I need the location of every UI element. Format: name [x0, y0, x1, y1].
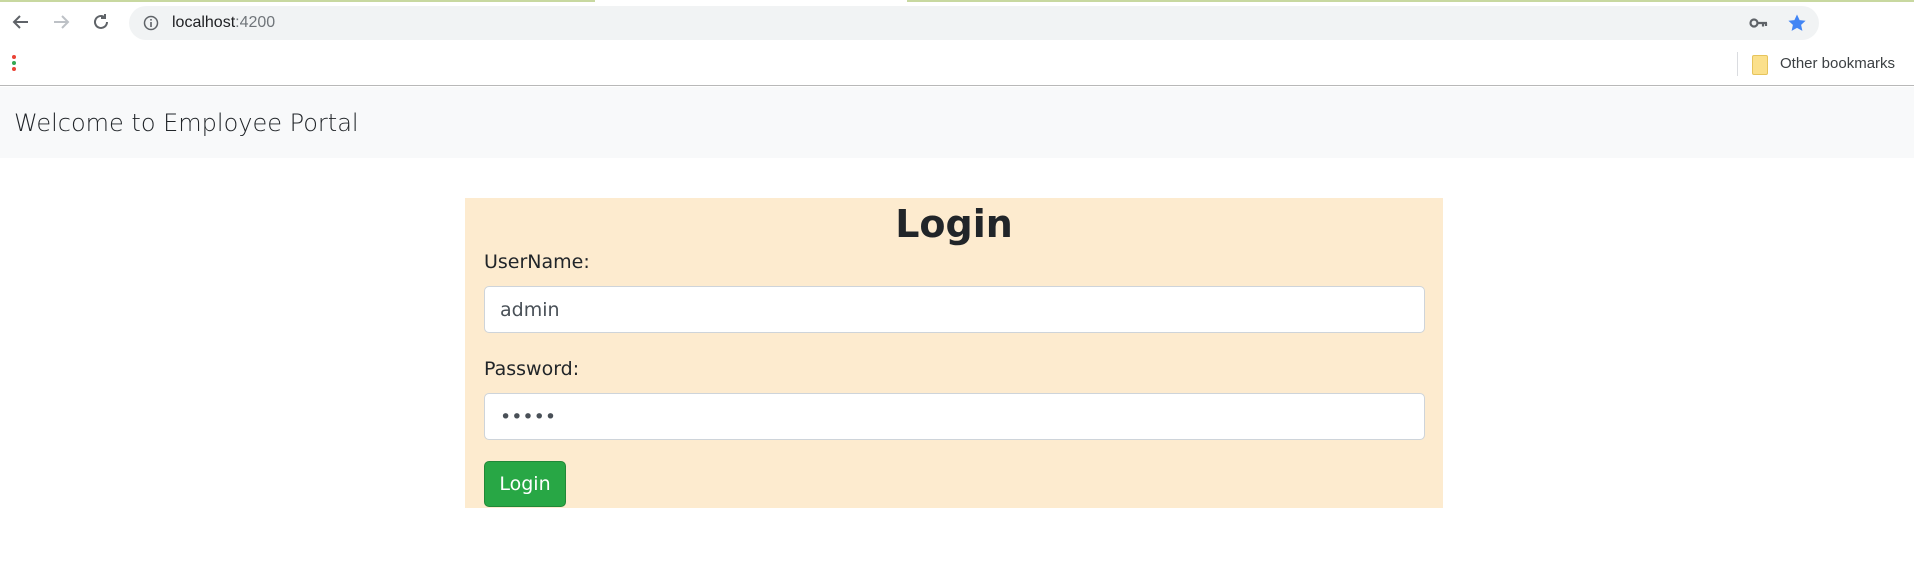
folder-icon: [1752, 55, 1768, 75]
reload-button[interactable]: [88, 9, 114, 35]
arrow-right-icon: [54, 15, 70, 29]
username-label: UserName:: [484, 251, 590, 273]
bookmarks-divider: [1737, 52, 1738, 76]
reload-icon: [94, 14, 108, 29]
apps-menu-icon[interactable]: [12, 55, 18, 75]
bookmarks-bar: Other bookmarks: [0, 46, 1914, 86]
key-icon[interactable]: [1749, 14, 1769, 32]
loading-bar: [0, 0, 595, 2]
info-icon[interactable]: [143, 15, 159, 31]
loading-bar: [907, 0, 1914, 2]
page-navbar: Welcome to Employee Portal: [0, 87, 1914, 158]
password-input[interactable]: [484, 393, 1425, 440]
url-text[interactable]: localhost:4200: [172, 14, 275, 32]
login-title: Login: [895, 202, 1013, 246]
navbar-brand[interactable]: Welcome to Employee Portal: [14, 109, 359, 137]
address-bar[interactable]: localhost:4200: [129, 6, 1819, 40]
url-host: localhost: [172, 14, 236, 31]
login-button[interactable]: Login: [484, 461, 566, 507]
other-bookmarks-button[interactable]: Other bookmarks: [1780, 55, 1895, 72]
url-port: :4200: [235, 14, 276, 31]
back-button[interactable]: [8, 9, 34, 35]
browser-toolbar: localhost:4200: [0, 0, 1914, 46]
bookmark-star-icon[interactable]: [1787, 13, 1807, 33]
login-card: Login UserName: Password: Login: [465, 198, 1443, 508]
username-input[interactable]: [484, 286, 1425, 333]
forward-button[interactable]: [48, 9, 74, 35]
arrow-left-icon: [12, 15, 28, 29]
password-label: Password:: [484, 358, 580, 380]
